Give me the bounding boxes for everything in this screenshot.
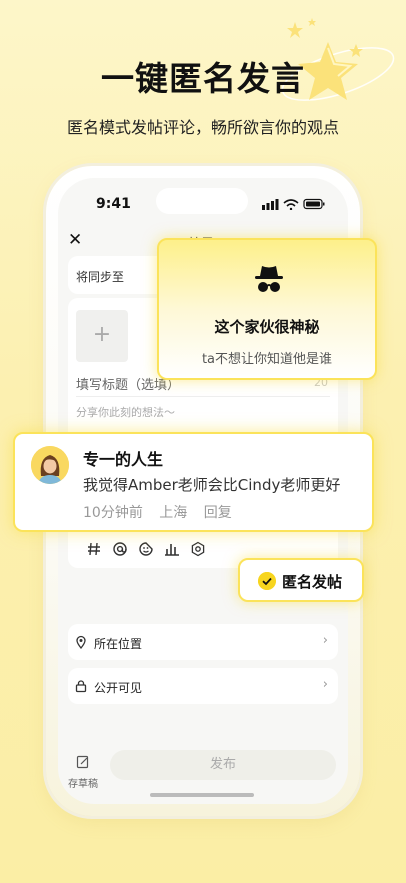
status-icons [262,198,325,210]
visibility-row[interactable]: 公开可见 › [68,668,338,704]
anonymous-subtitle: ta不想让你知道他是谁 [201,352,333,367]
comment-author: 专一的人生 [83,450,164,469]
divider [76,396,330,397]
settings-icon[interactable] [190,541,206,557]
draft-icon [76,755,89,769]
reply-button[interactable]: 回复 [204,505,232,521]
visibility-label: 公开可见 [94,681,143,695]
comment-card: 专一的人生 我觉得Amber老师会比Cindy老师更好 10分钟前 上海 回复 [13,432,374,532]
avatar [31,446,69,484]
incognito-icon [255,266,283,292]
location-pin-icon [76,635,86,649]
lock-icon [75,680,87,693]
comment-location: 上海 [159,505,188,521]
check-icon [258,572,276,590]
location-label: 所在位置 [94,637,143,651]
headline: 一键匿名发言 [101,59,305,98]
sticker-icon[interactable] [138,541,154,557]
chevron-right-icon: › [322,633,328,648]
comment-time: 10分钟前 [83,505,143,521]
publish-button[interactable]: 发布 [110,750,336,780]
hashtag-icon[interactable] [86,541,102,557]
at-icon[interactable] [112,541,128,557]
close-icon[interactable]: ✕ [68,230,82,250]
add-photo-button[interactable]: + [76,310,128,362]
draft-label: 存草稿 [68,779,98,790]
chart-icon[interactable] [164,541,180,557]
comment-text: 我觉得Amber老师会比Cindy老师更好 [83,476,341,494]
anonymous-post-toggle[interactable]: 匿名发帖 [238,558,364,602]
location-row[interactable]: 所在位置 › [68,624,338,660]
subline: 匿名模式发帖评论，畅所欲言你的观点 [66,118,339,137]
body-input[interactable]: 分享你此刻的想法～ [76,404,175,420]
comment-meta: 10分钟前 上海 回复 [83,502,244,522]
sync-label: 将同步至 [76,270,125,284]
anonymous-title: 这个家伙很神秘 [214,318,320,336]
dynamic-island [156,188,248,214]
anonymous-profile-card: 这个家伙很神秘 ta不想让你知道他是谁 [157,238,377,380]
status-time: 9:41 [96,196,131,212]
home-indicator [150,793,254,797]
save-draft-button[interactable]: 存草稿 [66,754,100,790]
chevron-right-icon: › [322,677,328,692]
anonymous-post-label: 匿名发帖 [282,573,343,591]
plus-icon: + [92,322,112,347]
